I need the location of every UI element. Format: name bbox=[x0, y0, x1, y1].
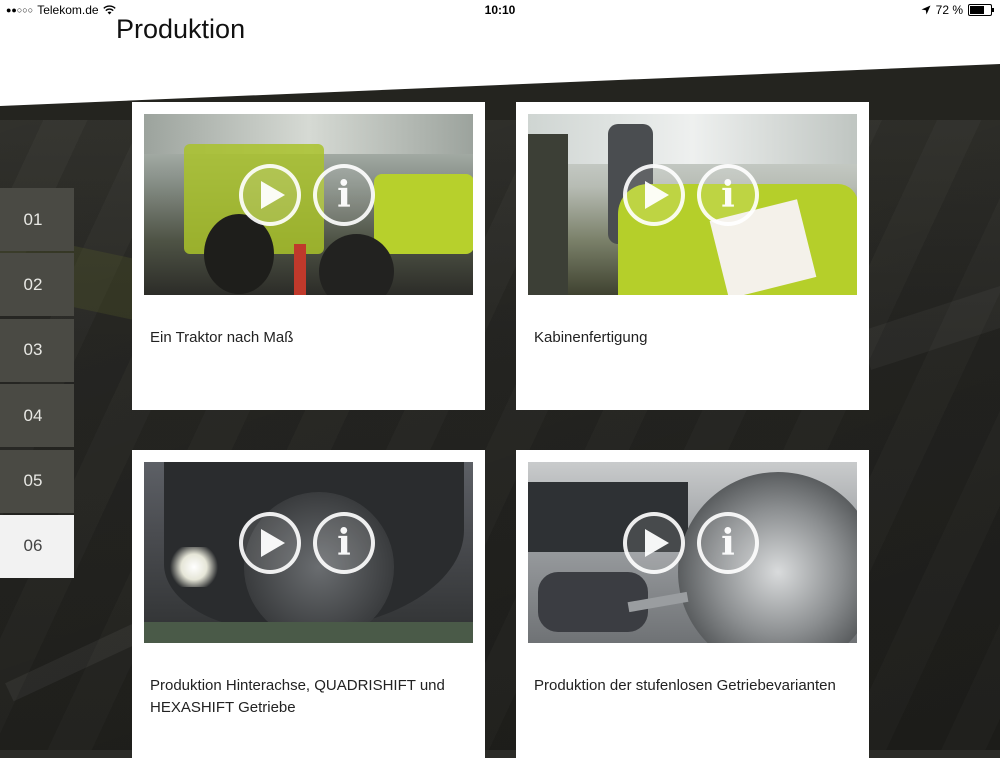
card-caption: Produktion Hinterachse, QUADRISHIFT und … bbox=[150, 677, 445, 716]
card-caption: Kabinenfertigung bbox=[534, 329, 648, 346]
video-thumbnail[interactable]: i bbox=[528, 462, 857, 643]
nav-item-02[interactable]: 02 bbox=[0, 253, 74, 317]
play-button[interactable] bbox=[623, 512, 685, 574]
nav-item-label: 05 bbox=[23, 471, 43, 491]
play-icon bbox=[645, 529, 669, 557]
nav-item-label: 02 bbox=[23, 274, 43, 294]
video-thumbnail[interactable]: i bbox=[528, 114, 857, 295]
status-right: 72 % bbox=[921, 3, 994, 17]
play-button[interactable] bbox=[239, 512, 301, 574]
play-icon bbox=[261, 181, 285, 209]
video-card-kabinenfertigung[interactable]: i Kabinenfertigung bbox=[516, 102, 869, 410]
info-icon: i bbox=[337, 174, 351, 216]
floor-shape bbox=[144, 622, 473, 643]
location-arrow-icon bbox=[921, 5, 931, 15]
nav-item-label: 03 bbox=[23, 340, 43, 360]
nav-item-label: 04 bbox=[23, 405, 43, 425]
video-thumbnail[interactable]: i bbox=[144, 114, 473, 295]
play-icon bbox=[645, 181, 669, 209]
info-button[interactable]: i bbox=[697, 512, 759, 574]
video-card-hinterachse[interactable]: i Produktion Hinterachse, QUADRISHIFT un… bbox=[132, 450, 485, 758]
nav-item-04[interactable]: 04 bbox=[0, 384, 74, 448]
machine-shape bbox=[528, 134, 568, 295]
video-card-getriebevarianten[interactable]: i Produktion der stufenlosen Getriebevar… bbox=[516, 450, 869, 758]
factory-ceiling bbox=[528, 114, 857, 164]
battery-fill bbox=[970, 6, 985, 14]
info-button[interactable]: i bbox=[313, 164, 375, 226]
nav-item-03[interactable]: 03 bbox=[0, 318, 74, 382]
page-title: Produktion bbox=[116, 14, 246, 44]
nav-item-06[interactable]: 06 bbox=[0, 514, 74, 578]
card-caption: Produktion der stufenlosen Getriebevaria… bbox=[534, 677, 836, 694]
tractor-wheel bbox=[204, 214, 274, 294]
video-thumbnail[interactable]: i bbox=[144, 462, 473, 643]
light-glare bbox=[169, 547, 219, 587]
nav-item-label: 06 bbox=[23, 536, 43, 556]
video-card-traktor[interactable]: i Ein Traktor nach Maß bbox=[132, 102, 485, 410]
card-caption: Ein Traktor nach Maß bbox=[150, 329, 294, 346]
info-icon: i bbox=[337, 522, 351, 564]
play-button[interactable] bbox=[623, 164, 685, 226]
play-icon bbox=[261, 529, 285, 557]
info-icon: i bbox=[721, 174, 735, 216]
nav-item-01[interactable]: 01 bbox=[0, 188, 74, 251]
chapter-nav: 01 02 03 04 05 06 bbox=[0, 188, 74, 580]
battery-tip bbox=[992, 8, 994, 12]
info-button[interactable]: i bbox=[313, 512, 375, 574]
nav-item-label: 01 bbox=[23, 209, 43, 229]
background-shape bbox=[858, 270, 1000, 370]
battery-percentage: 72 % bbox=[935, 3, 963, 17]
nav-item-05[interactable]: 05 bbox=[0, 449, 74, 513]
info-icon: i bbox=[721, 522, 735, 564]
red-rim bbox=[294, 244, 306, 295]
tractor-shape bbox=[374, 174, 473, 254]
battery-icon bbox=[968, 4, 994, 16]
play-button[interactable] bbox=[239, 164, 301, 226]
info-button[interactable]: i bbox=[697, 164, 759, 226]
